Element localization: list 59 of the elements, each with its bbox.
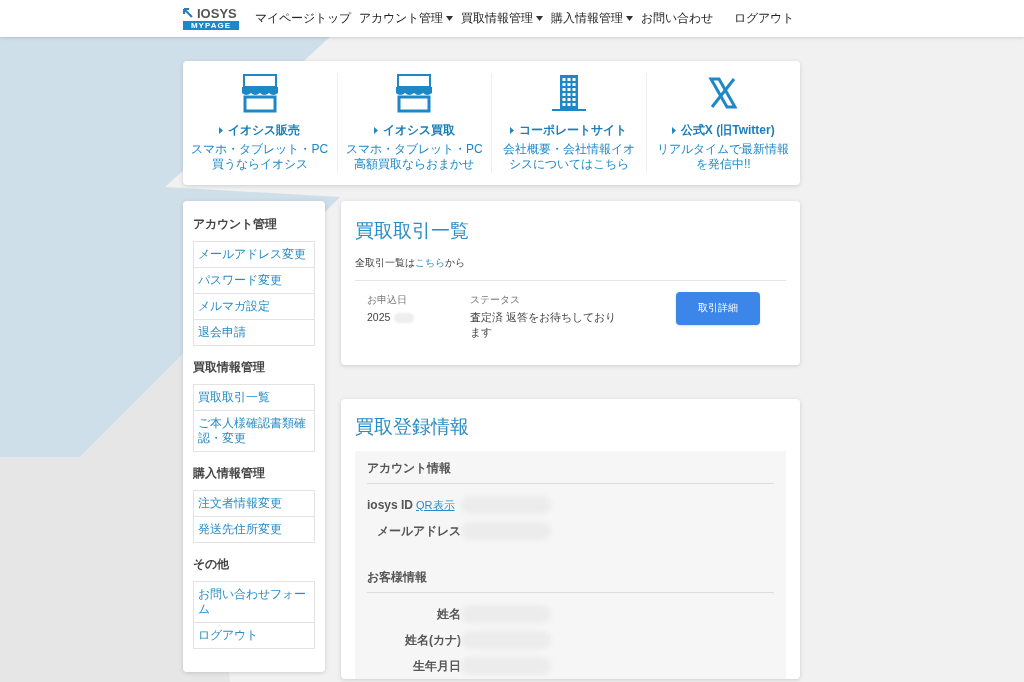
sidebar-link[interactable]: パスワード変更 [194, 267, 314, 293]
link-title: イオシス買取 [382, 122, 455, 139]
sidebar-link[interactable]: 発送先住所変更 [194, 516, 314, 542]
link-title: イオシス販売 [228, 122, 301, 139]
sidebar-link[interactable]: ご本人様確認書類確認・変更 [194, 410, 314, 451]
triangle-icon [373, 126, 378, 134]
sidebar-heading: アカウント管理 [193, 216, 278, 233]
logo-subtitle: MYPAGE [183, 21, 239, 30]
link-card[interactable]: 公式X (旧Twitter) リアルタイムで最新情報を発信中!! [645, 73, 800, 173]
nav-link[interactable]: アカウント管理 [359, 9, 453, 28]
triangle-icon [671, 126, 676, 134]
logo-text: IOSYS [197, 7, 237, 20]
storefront-icon [239, 73, 280, 113]
link-title: コーポレートサイト [519, 122, 628, 139]
column-label: お申込日 [367, 293, 408, 307]
logo-icon [183, 7, 195, 20]
triangle-icon [219, 126, 224, 134]
qr-link[interactable]: QR表示 [416, 496, 455, 514]
here-link[interactable]: こちら [415, 257, 445, 268]
sidebar-link[interactable]: 退会申請 [194, 319, 314, 345]
section-heading: お客様情報 [367, 568, 774, 593]
link-card[interactable]: イオシス販売 スマホ・タブレット・PC買うならイオシス [183, 73, 337, 173]
section-heading: アカウント情報 [367, 459, 774, 484]
link-card[interactable]: コーポレートサイト 会社概要・会社情報イオシスについてはこちら [491, 73, 646, 173]
field-label: 姓名 [437, 606, 461, 623]
card-title: 買取取引一覧 [355, 219, 470, 243]
nav-link[interactable]: お問い合わせ [641, 9, 713, 28]
note-text: 全取引一覧はこちらから [355, 255, 786, 281]
sidebar-heading: 購入情報管理 [193, 465, 266, 482]
link-title: 公式X (旧Twitter) [680, 122, 775, 139]
link-description: スマホ・タブレット・PC買うならイオシス [190, 142, 330, 172]
logout-link[interactable]: ログアウト [734, 9, 794, 28]
sidebar-heading: その他 [193, 556, 230, 573]
link-description: リアルタイムで最新情報を発信中!! [656, 142, 791, 172]
sidebar-link[interactable]: ログアウト [194, 622, 314, 648]
field-label: メールアドレス [377, 523, 461, 540]
column-label: ステータス [470, 293, 521, 307]
nav-link[interactable]: 購入情報管理 [551, 9, 633, 28]
sidebar-link[interactable]: メルマガ設定 [194, 293, 314, 319]
field-label: 姓名(カナ) [405, 632, 461, 649]
field-label: 生年月日 [413, 658, 461, 675]
link-card[interactable]: イオシス買取 スマホ・タブレット・PC高額買取ならおまかせ [336, 73, 491, 173]
nav-link[interactable]: マイページトップ [255, 9, 351, 28]
link-description: 会社概要・会社情報イオシスについてはこちら [501, 142, 636, 172]
link-description: スマホ・タブレット・PC高額買取ならおまかせ [344, 142, 484, 172]
sidebar-link[interactable]: 注文者情報変更 [194, 491, 314, 516]
detail-button[interactable]: 取引詳細 [676, 292, 760, 325]
sidebar-link[interactable]: お問い合わせフォーム [194, 582, 314, 622]
field-label: iosys ID [367, 497, 414, 514]
sidebar-link[interactable]: メールアドレス変更 [194, 242, 314, 267]
sidebar-heading: 買取情報管理 [193, 359, 266, 376]
sidebar-link[interactable]: 買取取引一覧 [194, 385, 314, 410]
date-value: 2025 [367, 310, 391, 326]
card-title: 買取登録情報 [355, 415, 470, 439]
storefront-icon [394, 73, 435, 113]
logo[interactable]: IOSYS MYPAGE [183, 7, 239, 30]
triangle-icon [510, 126, 515, 134]
status-text: 査定済 返答をお待ちしております [470, 310, 617, 341]
nav-link[interactable]: 買取情報管理 [461, 9, 543, 28]
